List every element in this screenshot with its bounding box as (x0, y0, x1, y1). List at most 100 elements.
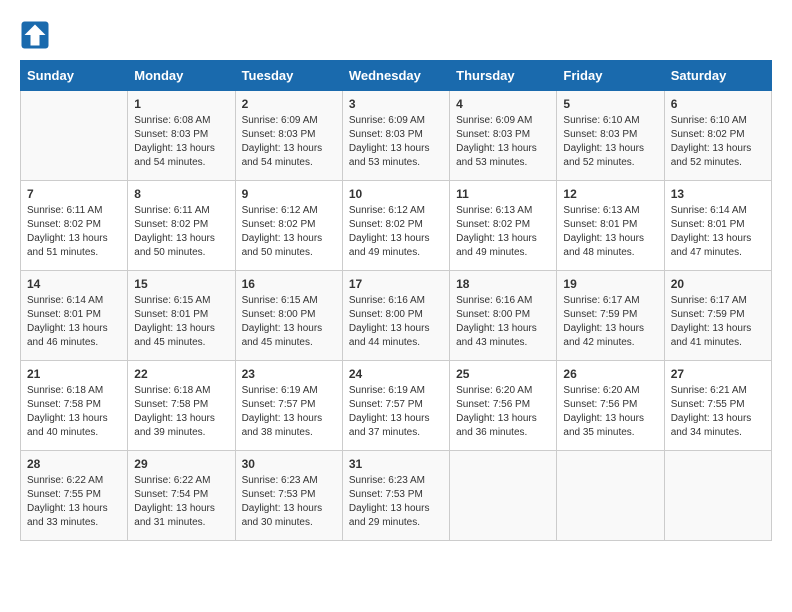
day-info: Sunrise: 6:16 AM Sunset: 8:00 PM Dayligh… (349, 294, 443, 350)
day-info: Sunrise: 6:09 AM Sunset: 8:03 PM Dayligh… (456, 114, 550, 170)
calendar-cell: 24 Sunrise: 6:19 AM Sunset: 7:57 PM Dayl… (342, 361, 449, 451)
calendar-cell: 31 Sunrise: 6:23 AM Sunset: 7:53 PM Dayl… (342, 451, 449, 541)
day-info: Sunrise: 6:18 AM Sunset: 7:58 PM Dayligh… (134, 384, 228, 440)
calendar-cell: 6 Sunrise: 6:10 AM Sunset: 8:02 PM Dayli… (664, 91, 771, 181)
column-header-tuesday: Tuesday (235, 61, 342, 91)
day-info: Sunrise: 6:14 AM Sunset: 8:01 PM Dayligh… (671, 204, 765, 260)
day-number: 11 (456, 187, 550, 201)
day-number: 23 (242, 367, 336, 381)
day-info: Sunrise: 6:17 AM Sunset: 7:59 PM Dayligh… (671, 294, 765, 350)
day-number: 25 (456, 367, 550, 381)
calendar-cell: 14 Sunrise: 6:14 AM Sunset: 8:01 PM Dayl… (21, 271, 128, 361)
calendar-cell: 8 Sunrise: 6:11 AM Sunset: 8:02 PM Dayli… (128, 181, 235, 271)
day-number: 9 (242, 187, 336, 201)
calendar-cell: 21 Sunrise: 6:18 AM Sunset: 7:58 PM Dayl… (21, 361, 128, 451)
day-info: Sunrise: 6:19 AM Sunset: 7:57 PM Dayligh… (349, 384, 443, 440)
calendar-cell (557, 451, 664, 541)
logo-icon (20, 20, 50, 50)
day-info: Sunrise: 6:20 AM Sunset: 7:56 PM Dayligh… (456, 384, 550, 440)
calendar-week-row: 14 Sunrise: 6:14 AM Sunset: 8:01 PM Dayl… (21, 271, 772, 361)
day-number: 3 (349, 97, 443, 111)
calendar-cell: 26 Sunrise: 6:20 AM Sunset: 7:56 PM Dayl… (557, 361, 664, 451)
column-header-thursday: Thursday (450, 61, 557, 91)
day-number: 16 (242, 277, 336, 291)
day-number: 13 (671, 187, 765, 201)
calendar-week-row: 1 Sunrise: 6:08 AM Sunset: 8:03 PM Dayli… (21, 91, 772, 181)
day-info: Sunrise: 6:17 AM Sunset: 7:59 PM Dayligh… (563, 294, 657, 350)
day-number: 12 (563, 187, 657, 201)
day-number: 21 (27, 367, 121, 381)
calendar-cell: 18 Sunrise: 6:16 AM Sunset: 8:00 PM Dayl… (450, 271, 557, 361)
day-number: 1 (134, 97, 228, 111)
day-info: Sunrise: 6:21 AM Sunset: 7:55 PM Dayligh… (671, 384, 765, 440)
day-number: 26 (563, 367, 657, 381)
day-info: Sunrise: 6:12 AM Sunset: 8:02 PM Dayligh… (242, 204, 336, 260)
day-info: Sunrise: 6:18 AM Sunset: 7:58 PM Dayligh… (27, 384, 121, 440)
day-info: Sunrise: 6:09 AM Sunset: 8:03 PM Dayligh… (349, 114, 443, 170)
day-number: 24 (349, 367, 443, 381)
calendar-cell: 4 Sunrise: 6:09 AM Sunset: 8:03 PM Dayli… (450, 91, 557, 181)
day-info: Sunrise: 6:09 AM Sunset: 8:03 PM Dayligh… (242, 114, 336, 170)
day-number: 15 (134, 277, 228, 291)
day-info: Sunrise: 6:14 AM Sunset: 8:01 PM Dayligh… (27, 294, 121, 350)
day-info: Sunrise: 6:10 AM Sunset: 8:03 PM Dayligh… (563, 114, 657, 170)
calendar-cell: 19 Sunrise: 6:17 AM Sunset: 7:59 PM Dayl… (557, 271, 664, 361)
calendar-cell (450, 451, 557, 541)
day-number: 5 (563, 97, 657, 111)
calendar-cell: 7 Sunrise: 6:11 AM Sunset: 8:02 PM Dayli… (21, 181, 128, 271)
calendar-week-row: 7 Sunrise: 6:11 AM Sunset: 8:02 PM Dayli… (21, 181, 772, 271)
calendar-cell: 22 Sunrise: 6:18 AM Sunset: 7:58 PM Dayl… (128, 361, 235, 451)
calendar-table: SundayMondayTuesdayWednesdayThursdayFrid… (20, 60, 772, 541)
column-header-saturday: Saturday (664, 61, 771, 91)
calendar-cell: 1 Sunrise: 6:08 AM Sunset: 8:03 PM Dayli… (128, 91, 235, 181)
calendar-week-row: 21 Sunrise: 6:18 AM Sunset: 7:58 PM Dayl… (21, 361, 772, 451)
day-info: Sunrise: 6:13 AM Sunset: 8:01 PM Dayligh… (563, 204, 657, 260)
day-info: Sunrise: 6:23 AM Sunset: 7:53 PM Dayligh… (242, 474, 336, 530)
day-info: Sunrise: 6:16 AM Sunset: 8:00 PM Dayligh… (456, 294, 550, 350)
calendar-cell: 16 Sunrise: 6:15 AM Sunset: 8:00 PM Dayl… (235, 271, 342, 361)
calendar-cell: 9 Sunrise: 6:12 AM Sunset: 8:02 PM Dayli… (235, 181, 342, 271)
page-header (20, 20, 772, 50)
calendar-cell: 27 Sunrise: 6:21 AM Sunset: 7:55 PM Dayl… (664, 361, 771, 451)
logo (20, 20, 54, 50)
day-info: Sunrise: 6:15 AM Sunset: 8:00 PM Dayligh… (242, 294, 336, 350)
day-number: 7 (27, 187, 121, 201)
day-number: 2 (242, 97, 336, 111)
calendar-cell: 11 Sunrise: 6:13 AM Sunset: 8:02 PM Dayl… (450, 181, 557, 271)
day-number: 22 (134, 367, 228, 381)
calendar-week-row: 28 Sunrise: 6:22 AM Sunset: 7:55 PM Dayl… (21, 451, 772, 541)
calendar-header-row: SundayMondayTuesdayWednesdayThursdayFrid… (21, 61, 772, 91)
column-header-sunday: Sunday (21, 61, 128, 91)
column-header-friday: Friday (557, 61, 664, 91)
calendar-cell: 12 Sunrise: 6:13 AM Sunset: 8:01 PM Dayl… (557, 181, 664, 271)
day-info: Sunrise: 6:08 AM Sunset: 8:03 PM Dayligh… (134, 114, 228, 170)
calendar-cell: 3 Sunrise: 6:09 AM Sunset: 8:03 PM Dayli… (342, 91, 449, 181)
calendar-cell: 15 Sunrise: 6:15 AM Sunset: 8:01 PM Dayl… (128, 271, 235, 361)
day-info: Sunrise: 6:19 AM Sunset: 7:57 PM Dayligh… (242, 384, 336, 440)
day-info: Sunrise: 6:10 AM Sunset: 8:02 PM Dayligh… (671, 114, 765, 170)
day-number: 4 (456, 97, 550, 111)
day-info: Sunrise: 6:20 AM Sunset: 7:56 PM Dayligh… (563, 384, 657, 440)
calendar-cell: 10 Sunrise: 6:12 AM Sunset: 8:02 PM Dayl… (342, 181, 449, 271)
day-number: 8 (134, 187, 228, 201)
calendar-cell: 28 Sunrise: 6:22 AM Sunset: 7:55 PM Dayl… (21, 451, 128, 541)
day-number: 17 (349, 277, 443, 291)
day-number: 28 (27, 457, 121, 471)
day-number: 29 (134, 457, 228, 471)
column-header-wednesday: Wednesday (342, 61, 449, 91)
day-number: 27 (671, 367, 765, 381)
day-info: Sunrise: 6:23 AM Sunset: 7:53 PM Dayligh… (349, 474, 443, 530)
day-number: 20 (671, 277, 765, 291)
day-number: 31 (349, 457, 443, 471)
calendar-cell: 23 Sunrise: 6:19 AM Sunset: 7:57 PM Dayl… (235, 361, 342, 451)
day-number: 14 (27, 277, 121, 291)
day-info: Sunrise: 6:22 AM Sunset: 7:54 PM Dayligh… (134, 474, 228, 530)
calendar-cell: 2 Sunrise: 6:09 AM Sunset: 8:03 PM Dayli… (235, 91, 342, 181)
day-info: Sunrise: 6:11 AM Sunset: 8:02 PM Dayligh… (27, 204, 121, 260)
calendar-cell: 25 Sunrise: 6:20 AM Sunset: 7:56 PM Dayl… (450, 361, 557, 451)
calendar-cell: 20 Sunrise: 6:17 AM Sunset: 7:59 PM Dayl… (664, 271, 771, 361)
calendar-cell: 29 Sunrise: 6:22 AM Sunset: 7:54 PM Dayl… (128, 451, 235, 541)
calendar-cell (21, 91, 128, 181)
column-header-monday: Monday (128, 61, 235, 91)
day-number: 18 (456, 277, 550, 291)
